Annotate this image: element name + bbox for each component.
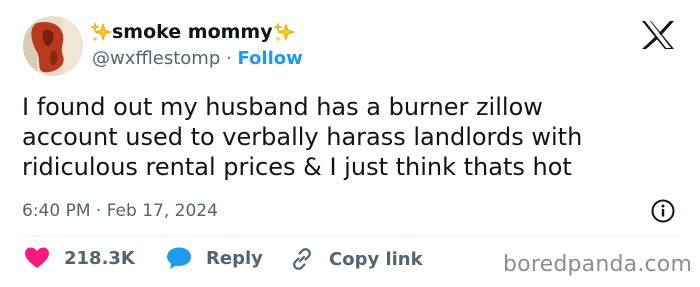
like-button[interactable]: 218.3K [24, 246, 135, 270]
reply-button[interactable]: Reply [166, 246, 263, 270]
sparkles-icon [272, 21, 295, 43]
like-count: 218.3K [64, 247, 135, 269]
handle-row: @wxfflestomp · Follow [92, 48, 303, 70]
speech-bubble-icon [167, 247, 191, 269]
tweet-timestamp[interactable]: 6:40 PM · Feb 17, 2024 [22, 200, 218, 222]
info-icon[interactable] [650, 198, 676, 224]
follow-button[interactable]: Follow [237, 48, 302, 69]
display-name-row: smoke mommy [90, 20, 295, 44]
reply-label: Reply [206, 247, 263, 269]
heart-icon [25, 247, 49, 268]
sparkles-icon [90, 21, 112, 43]
link-icon [293, 248, 311, 270]
divider [22, 236, 678, 237]
user-handle[interactable]: @wxfflestomp [92, 48, 220, 69]
x-logo-icon[interactable] [640, 20, 676, 50]
copy-link-label: Copy link [329, 248, 423, 270]
watermark: boredpanda.com [503, 252, 693, 277]
tweet-text: I found out my husband has a burner zill… [22, 93, 583, 181]
display-name[interactable]: smoke mommy [112, 20, 273, 44]
avatar[interactable] [23, 16, 83, 76]
copy-link-button[interactable]: Copy link [289, 246, 423, 272]
handle-separator: · [226, 48, 232, 69]
